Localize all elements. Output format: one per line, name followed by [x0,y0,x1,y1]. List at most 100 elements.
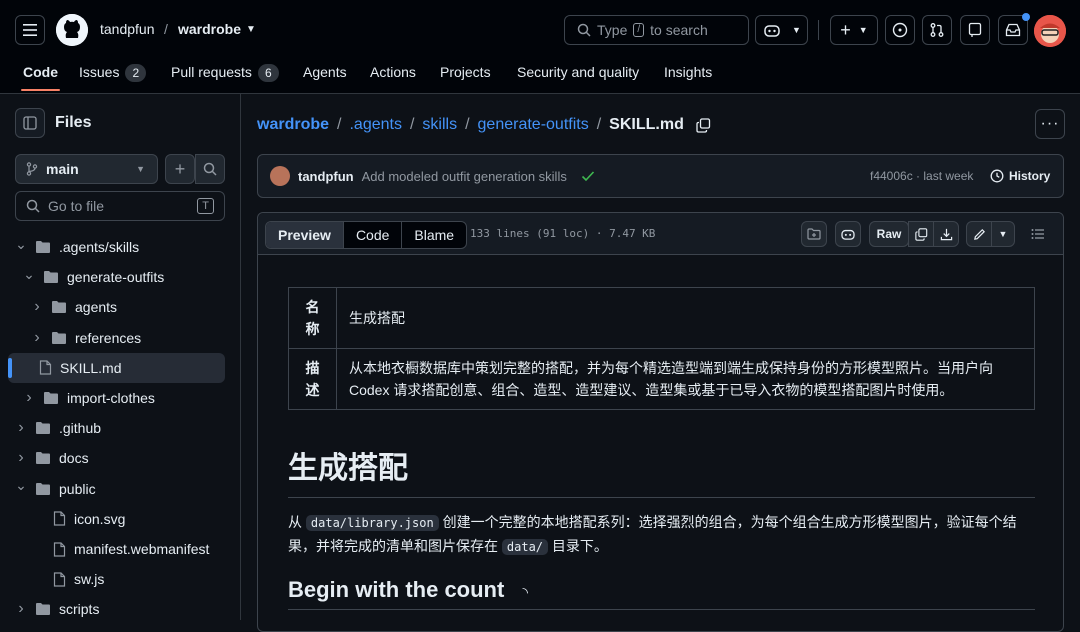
tab-code[interactable]: Code [21,64,60,91]
collapse-sidebar-button[interactable] [15,108,45,138]
tab-projects[interactable]: Projects [440,64,491,80]
tab-label: Issues [79,64,120,80]
pull-requests-button[interactable] [922,15,952,45]
copilot-dropdown-icon[interactable]: ▼ [792,25,801,35]
tree-folder-item[interactable]: › import-clothes [23,383,155,413]
crumb-separator: / [164,21,168,37]
user-avatar[interactable] [1034,15,1066,47]
tree-folder-item[interactable]: › agents [31,292,117,322]
add-file-button[interactable]: + [165,154,195,184]
history-button[interactable]: History [990,169,1050,183]
tab-code-view[interactable]: Code [344,222,403,248]
edit-file-button[interactable] [966,221,992,247]
owner-link[interactable]: tandpfun [100,21,155,37]
table-row: 名称 生成搭配 [288,287,1035,349]
folder-icon [35,240,51,254]
search-placeholder-suffix: to search [650,22,708,38]
tab-blame[interactable]: Blame [402,222,466,248]
tree-file-item[interactable]: icon.svg [53,504,125,534]
create-new-button[interactable]: + ▼ [830,15,878,45]
tab-insights[interactable]: Insights [664,64,712,80]
tab-preview[interactable]: Preview [266,222,344,248]
menu-button[interactable] [15,15,45,45]
github-logo-icon[interactable] [56,14,88,46]
commit-sha-time[interactable]: f44006c · last week [870,169,973,183]
add-to-folder-button[interactable] [801,221,827,247]
issues-button[interactable] [885,15,915,45]
breadcrumb-separator: / [596,116,602,133]
chevron-down-icon[interactable]: ⌄ [15,236,27,253]
tab-actions[interactable]: Actions [370,64,416,80]
latest-commit-bar: tandpfun Add modeled outfit generation s… [257,154,1064,198]
tab-pull-requests[interactable]: Pull requests 6 [171,64,279,82]
branch-selector[interactable]: main ▼ [15,154,158,184]
chevron-right-icon[interactable]: › [31,298,43,316]
tree-folder-item[interactable]: ⌄ .agents/skills [15,232,139,262]
history-label: History [1009,169,1051,183]
tree-file-item[interactable]: SKILL.md [39,353,121,383]
commit-message[interactable]: Add modeled outfit generation skills [362,169,567,184]
chevron-right-icon[interactable]: › [15,600,27,618]
copy-path-icon[interactable] [696,117,711,133]
tree-file-item[interactable]: manifest.webmanifest [53,534,209,564]
edit-dropdown-button[interactable]: ▼ [991,221,1015,247]
tree-item-label: import-clothes [67,390,155,406]
outline-button[interactable] [1026,221,1050,247]
inbox-button[interactable] [998,13,1030,45]
search-input[interactable]: Type / to search [564,15,749,45]
tab-label: Projects [440,64,491,80]
author-avatar[interactable] [270,166,290,186]
chevron-right-icon[interactable]: › [15,419,27,437]
folder-icon [35,482,51,496]
tree-folder-item[interactable]: ⌄ public [15,474,95,504]
repo-dropdown-icon[interactable]: ▼ [246,24,256,35]
file-toolbar: Preview Code Blame 133 lines (91 loc) · … [258,213,1063,255]
branch-dropdown-icon: ▼ [136,164,145,174]
breadcrumb-repo[interactable]: wardrobe [257,116,329,134]
chevron-right-icon[interactable]: › [31,329,43,347]
go-to-file-input[interactable]: Go to file T [15,191,225,221]
search-icon [26,199,40,213]
chevron-down-icon[interactable]: ⌄ [23,266,35,283]
inline-code: data/library.json [305,515,439,531]
chevron-down-icon[interactable]: ⌄ [15,477,27,494]
breadcrumb-agents[interactable]: .agents [349,116,401,134]
go-to-file-shortcut: T [197,198,214,214]
tree-item-label: .agents/skills [59,239,140,255]
copilot-button[interactable]: ▼ [755,15,808,45]
more-options-button[interactable]: ··· [1035,109,1065,139]
tab-label: Agents [303,64,347,80]
tree-file-item[interactable]: sw.js [53,564,104,594]
copilot-ask-button[interactable] [835,221,861,247]
download-button[interactable] [933,221,959,247]
tree-item-label: .github [59,420,102,437]
tab-security[interactable]: Security and quality [517,64,639,80]
markdown-paragraph: 从 data/library.json 创建一个完整的本地搭配系列：选择强烈的组… [288,511,1035,559]
check-icon[interactable] [581,170,595,182]
loading-spinner-icon: ◝ [522,584,528,600]
issue-opened-icon [892,22,908,38]
tree-folder-item[interactable]: › docs [15,443,88,473]
tree-folder-item[interactable]: › references [31,323,141,353]
repositories-button[interactable] [960,15,990,45]
search-files-button[interactable] [195,154,225,184]
copy-raw-button[interactable] [908,221,934,247]
copy-icon [914,227,928,241]
tab-issues[interactable]: Issues 2 [79,64,147,82]
tree-item-label: SKILL.md [60,359,122,376]
chevron-right-icon[interactable]: › [15,449,27,467]
raw-button[interactable]: Raw [869,221,909,247]
download-icon [940,228,953,241]
repo-link[interactable]: wardrobe [178,21,241,37]
tree-folder-item[interactable]: ⌄ generate-outfits [23,262,164,292]
tab-agents[interactable]: Agents [303,64,347,80]
tree-folder-item[interactable]: › .github [15,413,101,443]
plus-icon: + [840,20,851,40]
breadcrumb-generate-outfits[interactable]: generate-outfits [478,116,589,134]
search-placeholder: Type [597,22,628,38]
commit-author[interactable]: tandpfun [298,169,354,184]
breadcrumb-skills[interactable]: skills [422,116,457,134]
create-dropdown-icon: ▼ [858,25,868,35]
chevron-right-icon[interactable]: › [23,389,35,407]
heading-text: Begin with the count [288,577,505,602]
